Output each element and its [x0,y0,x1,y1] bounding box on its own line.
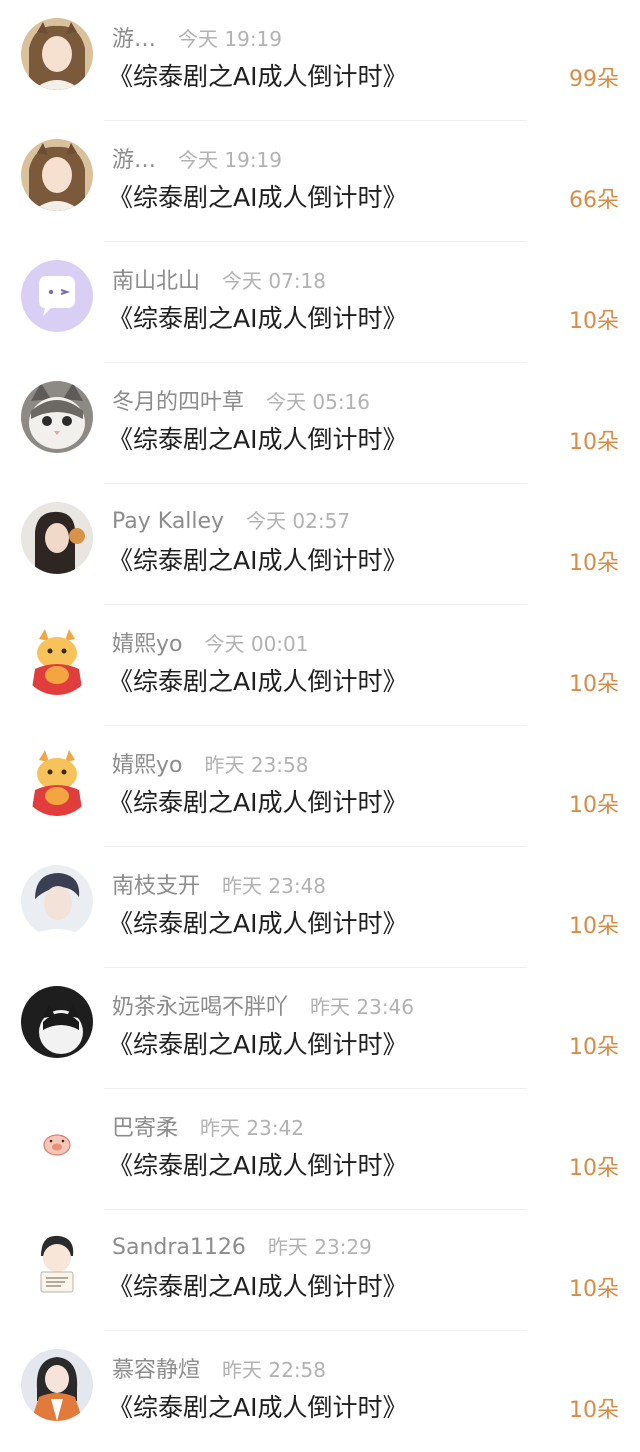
book-title[interactable]: 《综泰剧之AI成人倒计时》 [108,904,407,940]
list-item[interactable]: Pay Kalley 今天 02:57 《综泰剧之AI成人倒计时》 10朵 [0,484,640,605]
book-title[interactable]: 《综泰剧之AI成人倒计时》 [108,1146,407,1182]
gift-amount: 10朵 [569,1035,619,1060]
meta-line: Sandra1126 昨天 23:29 [112,1231,372,1260]
avatar[interactable] [21,986,93,1058]
meta-line: 冬月的四叶草 今天 05:16 [112,384,371,415]
list-item[interactable]: 巴寄柔 昨天 23:42 《综泰剧之AI成人倒计时》 10朵 [0,1089,640,1210]
meta-line: 奶茶永远喝不胖吖 昨天 23:46 [112,989,415,1020]
book-title[interactable]: 《综泰剧之AI成人倒计时》 [108,57,407,93]
user-name[interactable]: Sandra1126 [112,1235,246,1260]
meta-line: 游… 今天 19:19 [112,21,283,52]
user-name[interactable]: 游… [112,142,156,174]
list-item[interactable]: 奶茶永远喝不胖吖 昨天 23:46 《综泰剧之AI成人倒计时》 10朵 [0,968,640,1089]
portrait-girl-cat-ears-picture [21,139,93,211]
black-white-cat-photo-picture [21,986,93,1058]
list-item[interactable]: 慕容静煊 昨天 22:58 《综泰剧之AI成人倒计时》 10朵 [0,1331,640,1452]
gift-amount: 10朵 [569,914,619,939]
girl-hanfu-photo-picture [21,1349,93,1421]
avatar[interactable] [21,1107,93,1179]
avatar[interactable] [21,139,93,211]
avatar[interactable] [21,381,93,453]
meta-line: Pay Kalley 今天 02:57 [112,505,351,534]
gift-record-list: 游… 今天 19:19 《综泰剧之AI成人倒计时》 99朵 游… 今天 19:1… [0,0,640,1452]
book-title[interactable]: 《综泰剧之AI成人倒计时》 [108,1267,407,1303]
avatar[interactable] [21,260,93,332]
user-name[interactable]: 婧熙yo [112,626,182,658]
book-title[interactable]: 《综泰剧之AI成人倒计时》 [108,783,407,819]
avatar[interactable] [21,744,93,816]
book-title[interactable]: 《综泰剧之AI成人倒计时》 [108,1388,407,1424]
timestamp: 昨天 22:58 [222,1358,327,1382]
avatar[interactable] [21,18,93,90]
gift-amount: 10朵 [569,551,619,576]
chat-bubble-face-icon-picture [21,260,93,332]
meta-line: 婧熙yo 今天 00:01 [112,626,309,657]
kitten-photo-picture [21,381,93,453]
gift-amount: 10朵 [569,793,619,818]
gift-amount: 10朵 [569,1398,619,1423]
list-item[interactable]: 冬月的四叶草 今天 05:16 《综泰剧之AI成人倒计时》 10朵 [0,363,640,484]
book-title[interactable]: 《综泰剧之AI成人倒计时》 [108,178,407,214]
dragon-sticker-picture [21,744,93,816]
meta-line: 婧熙yo 昨天 23:58 [112,747,309,778]
book-title[interactable]: 《综泰剧之AI成人倒计时》 [108,662,407,698]
avatar[interactable] [21,1228,93,1300]
timestamp: 今天 02:57 [246,509,351,533]
avatar[interactable] [21,502,93,574]
timestamp: 昨天 23:58 [204,753,309,777]
timestamp: 今天 07:18 [222,269,327,293]
book-title[interactable]: 《综泰剧之AI成人倒计时》 [108,541,407,577]
gift-amount: 10朵 [569,1156,619,1181]
timestamp: 今天 19:19 [178,27,283,51]
user-name[interactable]: 南枝支开 [112,868,200,900]
list-item[interactable]: 南枝支开 昨天 23:48 《综泰剧之AI成人倒计时》 10朵 [0,847,640,968]
book-title[interactable]: 《综泰剧之AI成人倒计时》 [108,299,407,335]
list-item[interactable]: 游… 今天 19:19 《综泰剧之AI成人倒计时》 99朵 [0,0,640,121]
timestamp: 昨天 23:48 [222,874,327,898]
user-name[interactable]: 奶茶永远喝不胖吖 [112,989,288,1021]
avatar[interactable] [21,1349,93,1421]
portrait-girl-cat-ears-picture [21,18,93,90]
meta-line: 游… 今天 19:19 [112,142,283,173]
pig-face-sticker-picture [21,1107,93,1179]
timestamp: 今天 19:19 [178,148,283,172]
book-title[interactable]: 《综泰剧之AI成人倒计时》 [108,1025,407,1061]
meta-line: 南山北山 今天 07:18 [112,263,327,294]
timestamp: 昨天 23:29 [267,1235,372,1259]
timestamp: 昨天 23:42 [200,1116,305,1140]
gift-amount: 66朵 [569,188,619,213]
list-item[interactable]: 南山北山 今天 07:18 《综泰剧之AI成人倒计时》 10朵 [0,242,640,363]
timestamp: 今天 00:01 [204,632,309,656]
gift-amount: 10朵 [569,672,619,697]
meta-line: 慕容静煊 昨天 22:58 [112,1352,327,1383]
girl-photo-picture [21,502,93,574]
avatar[interactable] [21,865,93,937]
gift-amount: 10朵 [569,430,619,455]
list-item[interactable]: 婧熙yo 昨天 23:58 《综泰剧之AI成人倒计时》 10朵 [0,726,640,847]
meta-line: 巴寄柔 昨天 23:42 [112,1110,305,1141]
gift-amount: 10朵 [569,1277,619,1302]
list-item[interactable]: 婧熙yo 今天 00:01 《综泰剧之AI成人倒计时》 10朵 [0,605,640,726]
user-name[interactable]: 婧熙yo [112,747,182,779]
timestamp: 今天 05:16 [266,390,371,414]
user-name[interactable]: Pay Kalley [112,509,224,534]
meta-line: 南枝支开 昨天 23:48 [112,868,327,899]
user-name[interactable]: 慕容静煊 [112,1352,200,1384]
user-name[interactable]: 冬月的四叶草 [112,384,244,416]
young-man-photo-picture [21,865,93,937]
timestamp: 昨天 23:46 [310,995,415,1019]
user-name[interactable]: 南山北山 [112,263,200,295]
user-name[interactable]: 游… [112,21,156,53]
list-item[interactable]: 游… 今天 19:19 《综泰剧之AI成人倒计时》 66朵 [0,121,640,242]
list-item[interactable]: Sandra1126 昨天 23:29 《综泰剧之AI成人倒计时》 10朵 [0,1210,640,1331]
dragon-sticker-picture [21,623,93,695]
book-title[interactable]: 《综泰剧之AI成人倒计时》 [108,420,407,456]
gift-amount: 10朵 [569,309,619,334]
user-name[interactable]: 巴寄柔 [112,1110,178,1142]
avatar[interactable] [21,623,93,695]
gift-amount: 99朵 [569,67,619,92]
cartoon-boy-sign-picture [21,1228,93,1300]
